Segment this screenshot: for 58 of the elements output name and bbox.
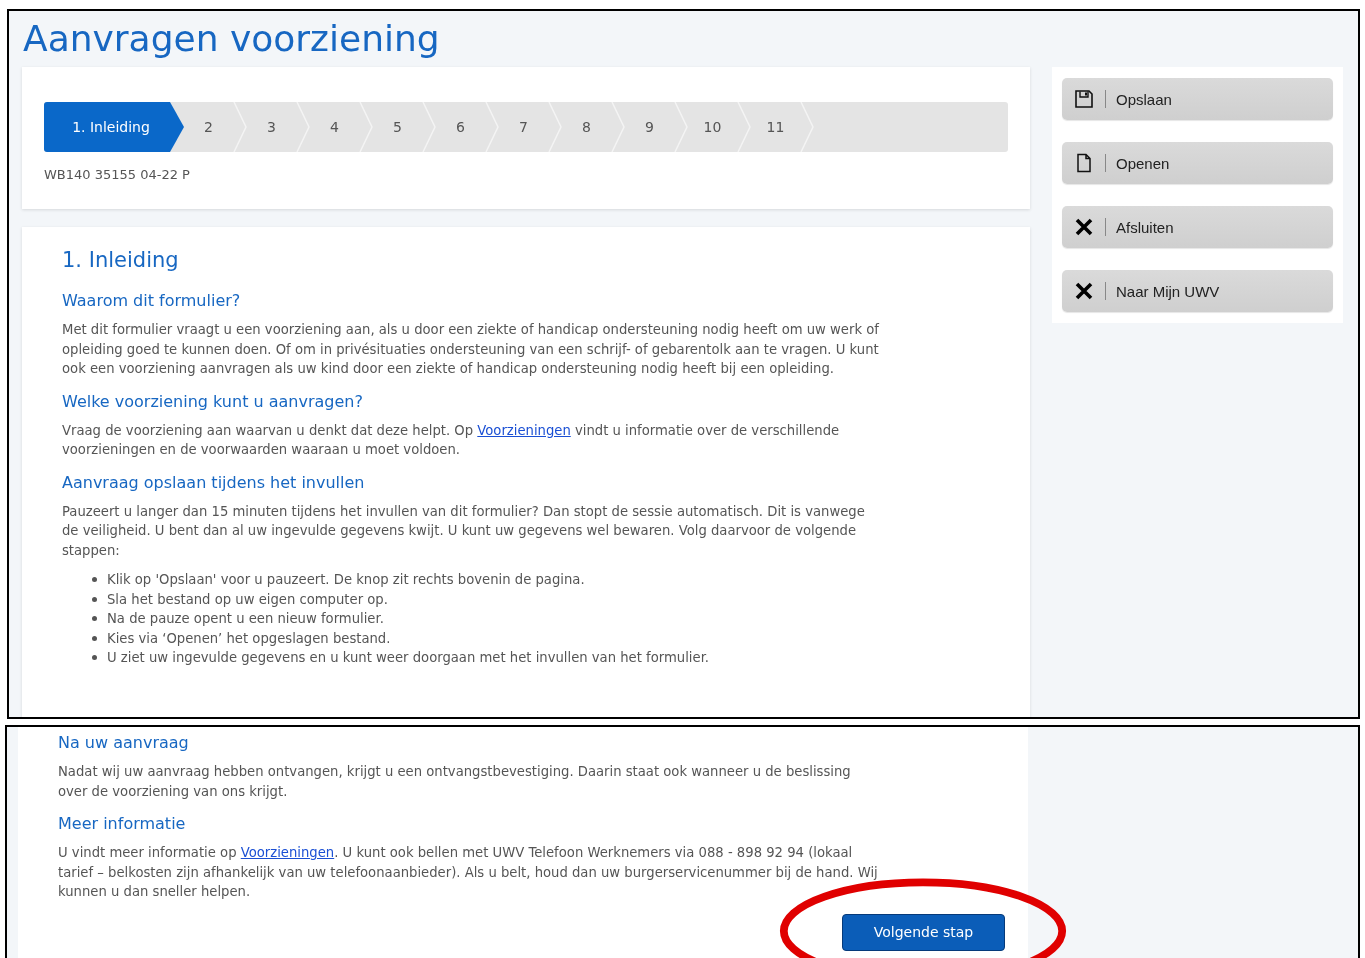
- bullet-icon: [92, 577, 97, 583]
- section-heading: Waarom dit formulier?: [62, 290, 242, 312]
- step-tab[interactable]: 4: [310, 102, 359, 152]
- step-tab[interactable]: 7: [499, 102, 548, 152]
- list-item: U ziet uw ingevulde gegevens en u kunt weer doorgaan met het invullen van het formulier.: [107, 649, 710, 667]
- step-tab[interactable]: 1. Inleiding: [44, 102, 184, 152]
- form-code: WB140 35155 04-22 P: [44, 167, 191, 182]
- chevron-icon: [737, 102, 751, 152]
- close-icon: [1074, 217, 1094, 237]
- paragraph: U vindt meer informatie op Voorzieningen. U kunt ook bellen met UWV Telefoon Werknemers via 088 - 898 92 94 (lokaal tarief – belkosten zijn afhankelijk van uw telefoonaanbieder). Als u belt, houd dan uw burgerservicenummer bij de hand. Wij kunnen u dan sneller helpen.: [58, 844, 878, 901]
- paragraph: Pauzeert u langer dan 15 minuten tijdens het invullen van dit formulier? Dan stopt de sessie automatisch. Dit is vanwege de veiligheid. U bent dan al uw ingevulde gegevens kwijt. U kunt uw gegevens wel bewaren. Volg daarvoor de volgende stappen:: [62, 502, 866, 560]
- chevron-icon: [800, 102, 814, 152]
- list-item: Klik op 'Opslaan' voor u pauzeert. De knop zit rechts bovenin de pagina.: [107, 571, 585, 589]
- section-heading: Aanvraag opslaan tijdens het invullen: [62, 471, 366, 494]
- bullet-icon: [92, 616, 97, 622]
- step-tab[interactable]: 5: [373, 102, 422, 152]
- step-tab[interactable]: 10: [688, 102, 737, 152]
- separator-icon: [1105, 282, 1106, 300]
- step-tab[interactable]: 8: [562, 102, 611, 152]
- sidebar-button[interactable]: Naar Mijn UWV: [1062, 270, 1333, 312]
- list-item: Kies via ‘Openen’ het opgeslagen bestand.: [107, 629, 391, 648]
- sidebar-button[interactable]: Openen: [1062, 142, 1333, 184]
- page-title: Aanvragen voorziening: [23, 17, 441, 61]
- section-heading: Na uw aanvraag: [58, 732, 190, 754]
- separator-icon: [1105, 154, 1106, 172]
- step-tab[interactable]: 9: [625, 102, 674, 152]
- chevron-icon: [485, 102, 499, 152]
- chevron-icon: [611, 102, 625, 152]
- separator-icon: [1105, 90, 1106, 108]
- step-tab[interactable]: 3: [247, 102, 296, 152]
- chevron-icon: [359, 102, 373, 152]
- separator-icon: [1105, 218, 1106, 236]
- document-icon: [1074, 153, 1094, 173]
- paragraph: Met dit formulier vraagt u een voorziening aan, als u door een ziekte of handicap ondersteuning nodig heeft om uw werk of opleiding goed te kunnen doen. Of om in privésituaties ondersteuning van een schrijf- of gebarentolk aan te vragen. U kunt ook een voorziening aanvragen als uw kind door een ziekte of handicap ondersteuning nodig heeft bij een opleiding.: [62, 321, 880, 378]
- section-title: 1. Inleiding: [62, 248, 180, 272]
- section-heading: Meer informatie: [58, 813, 187, 835]
- chevron-icon: [422, 102, 436, 152]
- step-tab[interactable]: 2: [184, 102, 233, 152]
- chevron-icon: [548, 102, 562, 152]
- list-item: Sla het bestand op uw eigen computer op.: [107, 590, 388, 609]
- bullet-icon: [92, 596, 97, 602]
- paragraph: Vraag de voorziening aan waarvan u denkt dat deze helpt. Op Voorzieningen vindt u informatie over de verschillende voorzieningen en de voorwaarden waaraan u moet voldoen.: [62, 421, 841, 459]
- link[interactable]: Voorzieningen: [240, 845, 335, 860]
- list-item: Na de pauze opent u een nieuw formulier.: [107, 610, 384, 628]
- step-tab[interactable]: 6: [436, 102, 485, 152]
- close-icon: [1074, 281, 1094, 301]
- chevron-icon: [233, 102, 247, 152]
- section-heading: Welke voorziening kunt u aanvragen?: [62, 390, 364, 413]
- paragraph: Nadat wij uw aanvraag hebben ontvangen, krijgt u een ontvangstbevestiging. Daarin staat ook wanneer u de beslissing over de voorziening van ons krijgt.: [58, 763, 852, 801]
- next-step-button[interactable]: Volgende stap: [842, 913, 1005, 951]
- bullet-icon: [92, 655, 97, 661]
- sidebar-button[interactable]: Afsluiten: [1062, 206, 1333, 248]
- link[interactable]: Voorzieningen: [477, 422, 571, 438]
- chevron-icon: [674, 102, 688, 152]
- sidebar-button[interactable]: Opslaan: [1062, 78, 1333, 120]
- bullet-icon: [92, 635, 97, 641]
- step-tab[interactable]: 11: [751, 102, 800, 152]
- chevron-icon: [296, 102, 310, 152]
